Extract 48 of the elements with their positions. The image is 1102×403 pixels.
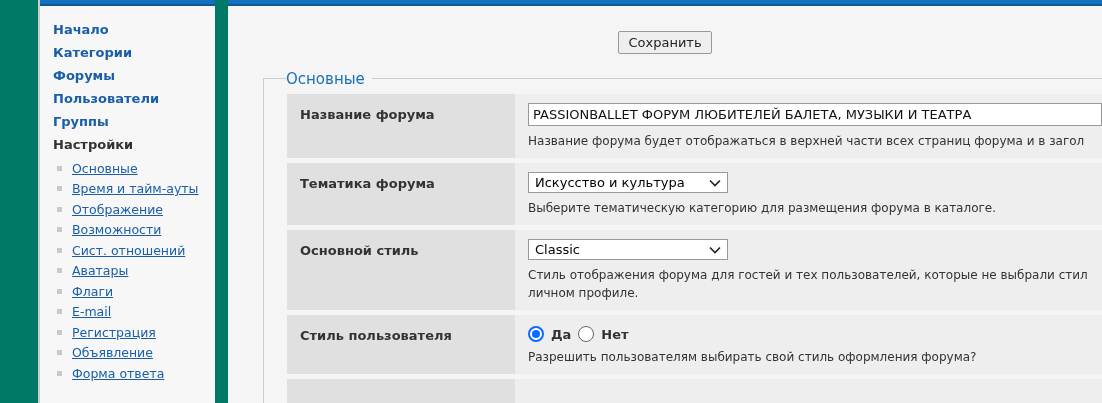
sidebar-item[interactable]: Настройки bbox=[53, 133, 215, 156]
sidebar-subitem-link[interactable]: Возможности bbox=[72, 222, 162, 238]
sidebar-subitem-link[interactable]: Объявление bbox=[72, 345, 153, 361]
sidebar-item[interactable]: Начало bbox=[53, 18, 215, 41]
forum-name-field[interactable]: PASSIONBALLET ФОРУМ ЛЮБИТЕЛЕЙ БАЛЕТА, МУЗЫКИ И ТЕАТРА bbox=[528, 103, 1102, 126]
radio-option[interactable]: Да bbox=[528, 326, 572, 342]
setting-description: Название форума будет отображаться в верхней части всех страниц форума и в загол bbox=[528, 133, 1085, 150]
radio-option[interactable]: Нет bbox=[578, 326, 629, 342]
save-button[interactable]: Сохранить bbox=[618, 31, 712, 54]
bullet-icon bbox=[57, 165, 62, 171]
sidebar-subitem-link[interactable]: Флаги bbox=[72, 283, 114, 299]
sidebar-subitem-link[interactable]: Время и тайм-ауты bbox=[72, 181, 199, 197]
bullet-icon bbox=[57, 247, 62, 253]
sidebar-item[interactable]: Форумы bbox=[53, 64, 215, 87]
bullet-icon bbox=[57, 370, 62, 376]
setting-label: Основной стиль bbox=[287, 230, 515, 310]
setting-description: Стиль отображения форума для гостей и тех пользователей, которые не выбрали стил bbox=[528, 267, 1088, 284]
bullet-icon bbox=[57, 268, 62, 274]
sidebar-subitem-link[interactable]: Аватары bbox=[72, 263, 129, 279]
sidebar-subitem-link[interactable]: E-mail bbox=[72, 304, 112, 320]
chevron-down-icon bbox=[709, 178, 721, 187]
sidebar-subitem-link[interactable]: Основные bbox=[72, 160, 138, 176]
setting-label: Тематика форума bbox=[287, 163, 515, 225]
sidebar-subitem-link[interactable]: Регистрация bbox=[72, 324, 156, 340]
section-legend: Основные bbox=[285, 70, 372, 88]
bullet-icon bbox=[57, 186, 62, 192]
bullet-icon bbox=[57, 309, 62, 315]
sidebar-item[interactable]: Пользователи bbox=[53, 87, 215, 110]
bullet-icon bbox=[57, 288, 62, 294]
sidebar-item[interactable]: Группы bbox=[53, 110, 215, 133]
bullet-icon bbox=[57, 206, 62, 212]
radio-button[interactable] bbox=[578, 326, 595, 342]
sidebar-subitem-link[interactable]: Сист. отношений bbox=[72, 242, 186, 258]
setting-description: Выберите тематическую категорию для размещения форума в каталоге. bbox=[528, 200, 996, 217]
setting-label: Название форума bbox=[287, 94, 515, 158]
bullet-icon bbox=[57, 329, 62, 335]
setting-description: личном профиле. bbox=[528, 285, 640, 302]
bullet-icon bbox=[57, 350, 62, 356]
setting-description: Разрешить пользователям выбирать свой стиль оформления форума? bbox=[528, 349, 977, 366]
sidebar-subitem-link[interactable]: Форма ответа bbox=[72, 365, 165, 381]
dropdown[interactable]: Classic bbox=[528, 239, 728, 260]
radio-button[interactable] bbox=[528, 326, 544, 342]
sidebar-item[interactable]: Категории bbox=[53, 41, 215, 64]
bullet-icon bbox=[57, 227, 62, 233]
chevron-down-icon bbox=[709, 245, 721, 254]
setting-label: Стиль пользователя bbox=[287, 315, 515, 374]
dropdown[interactable]: Искусство и культура bbox=[528, 172, 728, 193]
sidebar-subitem-link[interactable]: Отображение bbox=[72, 201, 163, 217]
